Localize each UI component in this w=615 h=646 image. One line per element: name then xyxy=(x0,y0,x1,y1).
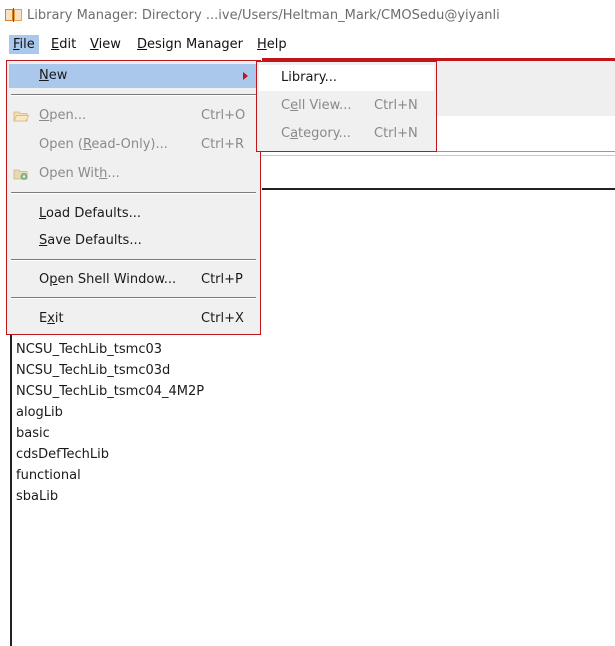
menu-separator xyxy=(11,94,256,96)
menu-item-save-defaults[interactable]: Save Defaults... xyxy=(9,229,258,253)
folder-open-icon xyxy=(13,111,29,122)
divider xyxy=(262,155,615,156)
divider xyxy=(262,188,615,190)
menu-file[interactable]: File xyxy=(9,35,39,54)
menu-item-new-cell-view[interactable]: Cell View... Ctrl+N xyxy=(259,93,434,119)
library-item[interactable]: NCSU_TechLib_tsmc04_4M2P xyxy=(16,381,204,402)
menu-separator xyxy=(11,297,256,299)
library-item[interactable]: NCSU_TechLib_tsmc03d xyxy=(16,360,204,381)
menu-help[interactable]: Help xyxy=(257,37,287,52)
menu-item-open-read-only[interactable]: Open (Read-Only)... Ctrl+R xyxy=(9,133,258,157)
menu-edit[interactable]: Edit xyxy=(51,37,76,52)
library-list: NCSU_TechLib_tsmc03 NCSU_TechLib_tsmc03d… xyxy=(16,339,204,507)
menu-bar: File Edit View Design Manager Help xyxy=(0,32,615,58)
menu-separator xyxy=(11,259,256,261)
library-item[interactable]: sbaLib xyxy=(16,486,204,507)
menu-item-new[interactable]: New xyxy=(9,64,258,88)
library-item[interactable]: basic xyxy=(16,423,204,444)
submenu-arrow-icon xyxy=(243,72,248,80)
library-item[interactable]: NCSU_TechLib_tsmc03 xyxy=(16,339,204,360)
menu-item-open-shell-window[interactable]: Open Shell Window... Ctrl+P xyxy=(9,268,258,292)
menu-view[interactable]: View xyxy=(90,37,121,52)
file-menu: New Open... Ctrl+O Open (Read-Only)... C… xyxy=(6,60,261,335)
library-book-icon xyxy=(5,8,22,22)
new-submenu: Library... Cell View... Ctrl+N Category.… xyxy=(256,61,437,152)
menu-item-load-defaults[interactable]: Load Defaults... xyxy=(9,202,258,226)
folder-gear-icon xyxy=(13,169,28,180)
title-bar: Library Manager: Directory ...ive/Users/… xyxy=(0,0,615,32)
library-item[interactable]: alogLib xyxy=(16,402,204,423)
menu-item-new-library[interactable]: Library... xyxy=(259,65,434,91)
window-title: Library Manager: Directory ...ive/Users/… xyxy=(27,8,500,23)
library-item[interactable]: functional xyxy=(16,465,204,486)
library-item[interactable]: cdsDefTechLib xyxy=(16,444,204,465)
menu-separator xyxy=(11,192,256,194)
menu-design-manager[interactable]: Design Manager xyxy=(137,37,243,52)
menu-item-open[interactable]: Open... Ctrl+O xyxy=(9,104,258,128)
menu-item-new-category[interactable]: Category... Ctrl+N xyxy=(259,121,434,147)
menu-item-exit[interactable]: Exit Ctrl+X xyxy=(9,307,258,331)
menu-item-open-with[interactable]: Open With... xyxy=(9,162,258,186)
